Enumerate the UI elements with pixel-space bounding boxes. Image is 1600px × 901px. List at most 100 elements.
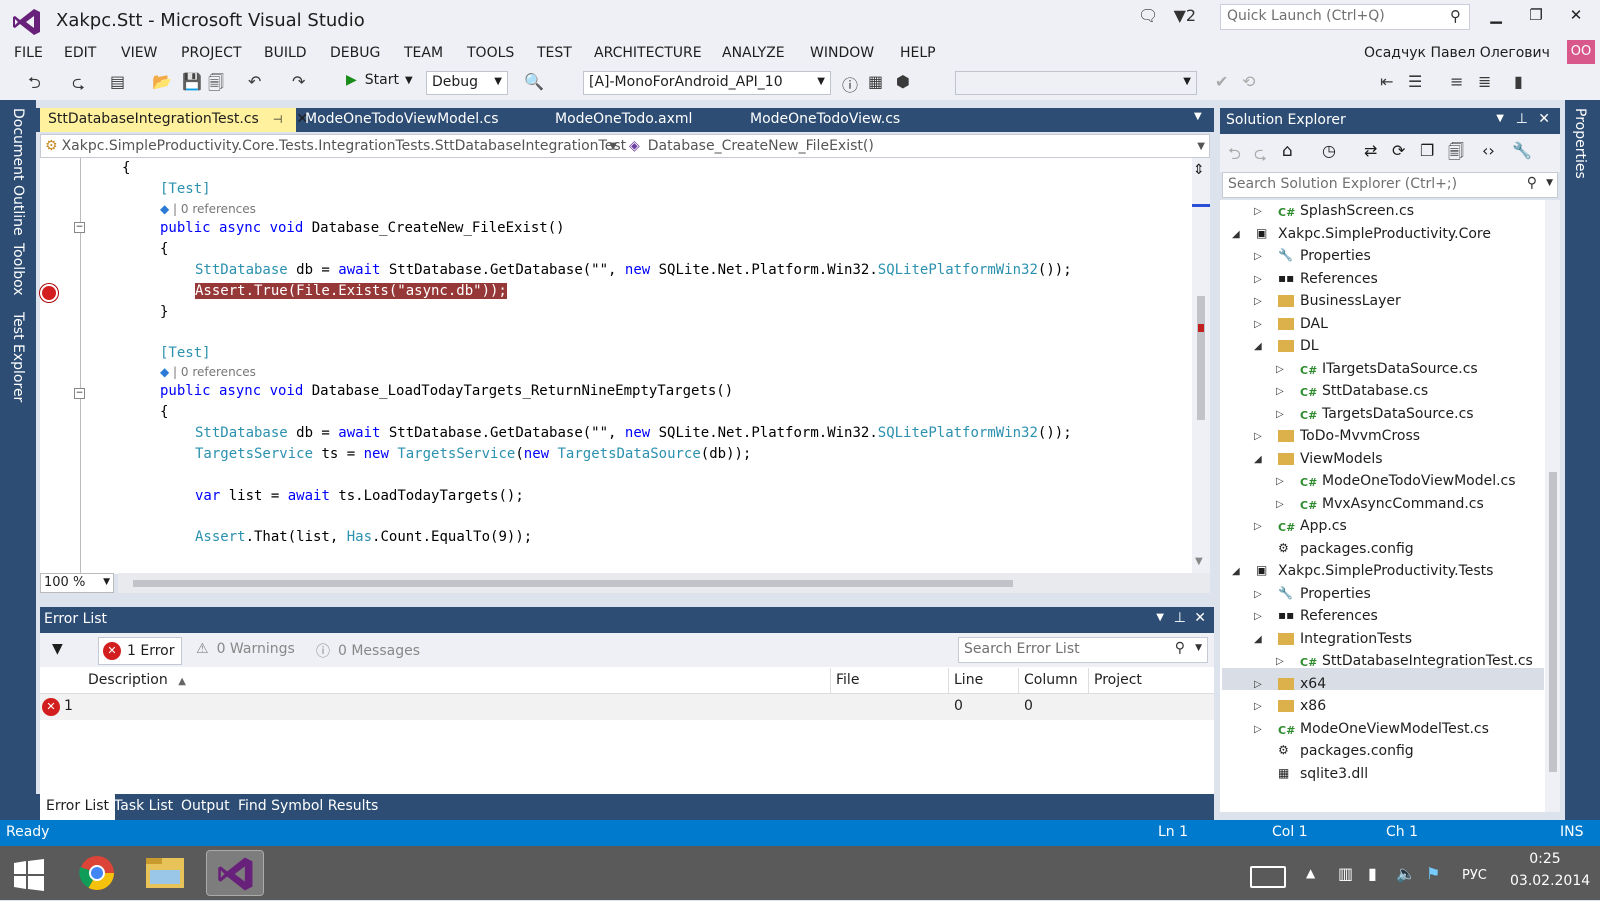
codelens-references[interactable]: ◆ | 0 references bbox=[160, 202, 256, 216]
redo-icon[interactable]: ↷ bbox=[292, 72, 305, 91]
chevron-down-icon[interactable]: ▼ bbox=[1496, 113, 1504, 124]
toolbox-tab[interactable]: Toolbox bbox=[10, 243, 26, 296]
windows-start-icon[interactable] bbox=[12, 858, 46, 892]
comment-lines-icon[interactable]: ≡ bbox=[1450, 72, 1463, 91]
menu-test[interactable]: TEST bbox=[537, 45, 572, 61]
solution-scroll-thumb[interactable] bbox=[1549, 472, 1557, 772]
collapsed-icon[interactable]: ▷ bbox=[1254, 251, 1262, 262]
scroll-down-icon[interactable]: ▼ bbox=[1195, 556, 1203, 567]
search-combo[interactable]: ▼ bbox=[955, 71, 1197, 95]
document-outline-tab[interactable]: Document Outline bbox=[10, 108, 26, 236]
tab-output[interactable]: Output bbox=[175, 794, 236, 820]
menu-build[interactable]: BUILD bbox=[264, 45, 307, 61]
collapsed-icon[interactable]: ▷ bbox=[1254, 589, 1262, 600]
pin-icon[interactable]: ⊣ bbox=[273, 113, 283, 126]
messages-filter-button[interactable]: ⓘ 0 Messages bbox=[316, 641, 420, 661]
tab-overflow-icon[interactable]: ▼ bbox=[1186, 108, 1210, 132]
codelens-references[interactable]: ◆ | 0 references bbox=[160, 365, 256, 379]
check-icon[interactable]: ✔ bbox=[1215, 72, 1228, 91]
start-button[interactable]: ▶ Start ▼ bbox=[346, 72, 413, 88]
outline-icon[interactable]: ☰ bbox=[1408, 72, 1422, 91]
collapse-all-icon[interactable]: ❐ bbox=[1420, 141, 1434, 160]
collapse-icon[interactable]: − bbox=[74, 388, 85, 399]
tab-modeonetodo-axml[interactable]: ModeOneTodo.axml bbox=[547, 108, 700, 132]
collapsed-icon[interactable]: ▷ bbox=[1254, 296, 1262, 307]
expanded-icon[interactable]: ◢ bbox=[1254, 634, 1262, 645]
close-icon[interactable]: ✕ bbox=[1538, 111, 1550, 127]
collapsed-icon[interactable]: ▷ bbox=[1254, 206, 1262, 217]
col-description[interactable]: Description ▲ bbox=[88, 672, 186, 688]
input-language[interactable]: РУС bbox=[1462, 868, 1487, 883]
close-button[interactable]: ✕ bbox=[1558, 6, 1594, 30]
col-column[interactable]: Column bbox=[1024, 672, 1078, 688]
maximize-button[interactable]: ❐ bbox=[1518, 6, 1554, 30]
expanded-icon[interactable]: ◢ bbox=[1232, 229, 1240, 240]
col-line[interactable]: Line bbox=[954, 672, 983, 688]
chrome-taskbar-button[interactable] bbox=[68, 850, 126, 896]
save-icon[interactable]: 💾 bbox=[182, 72, 202, 91]
file-explorer-taskbar-button[interactable] bbox=[136, 850, 194, 896]
collapsed-icon[interactable]: ▷ bbox=[1276, 386, 1284, 397]
volume-icon[interactable]: 🔈 bbox=[1396, 864, 1416, 883]
forward-icon[interactable]: ⮎ bbox=[72, 72, 85, 99]
table-row[interactable]: ✕ 1 0 0 bbox=[40, 694, 1214, 720]
undo-icon[interactable]: ↶ bbox=[248, 72, 261, 91]
class-dropdown[interactable]: ⚙ Xakpc.SimpleProductivity.Core.Tests.Int… bbox=[45, 137, 626, 155]
member-dropdown[interactable]: ◈ Database_CreateNew_FileExist() ▼ bbox=[629, 137, 1205, 155]
col-project[interactable]: Project bbox=[1094, 672, 1142, 688]
pin-icon[interactable]: ⊥ bbox=[1174, 610, 1186, 626]
properties-tab[interactable]: Properties bbox=[1572, 108, 1588, 179]
back-icon[interactable]: ⮌ bbox=[28, 72, 41, 99]
col-file[interactable]: File bbox=[836, 672, 859, 688]
menu-analyze[interactable]: ANALYZE bbox=[722, 45, 785, 61]
menu-help[interactable]: HELP bbox=[900, 45, 936, 61]
tab-error-list[interactable]: Error List bbox=[40, 794, 116, 820]
close-icon[interactable]: ✕ bbox=[1194, 610, 1206, 626]
collapsed-icon[interactable]: ▷ bbox=[1254, 319, 1262, 330]
tab-task-list[interactable]: Task List bbox=[108, 794, 179, 820]
new-project-icon[interactable]: ▤ bbox=[110, 72, 125, 91]
tab-sttdatabaseintegrationtest[interactable]: SttDatabaseIntegrationTest.cs ⊣ ✕ bbox=[40, 108, 308, 132]
menu-team[interactable]: TEAM bbox=[404, 45, 443, 61]
menu-architecture[interactable]: ARCHITECTURE bbox=[594, 45, 702, 61]
chevron-down-icon[interactable]: ▼ bbox=[1156, 612, 1164, 623]
power-icon[interactable]: ▥ bbox=[1338, 864, 1353, 883]
info-icon[interactable]: ⓘ bbox=[842, 72, 858, 96]
expanded-icon[interactable]: ◢ bbox=[1232, 566, 1240, 577]
solution-search-input[interactable]: Search Solution Explorer (Ctrl+;) ⚲ ▼ bbox=[1222, 172, 1558, 198]
action-center-icon[interactable]: ⚑ bbox=[1426, 864, 1440, 883]
platform-select[interactable]: [A]-MonoForAndroid_API_10 ▼ bbox=[583, 71, 831, 95]
collapsed-icon[interactable]: ▷ bbox=[1254, 274, 1262, 285]
uncomment-icon[interactable]: ≣ bbox=[1478, 72, 1491, 91]
config-select[interactable]: Debug ▼ bbox=[426, 71, 508, 95]
open-file-icon[interactable]: 📂 bbox=[152, 72, 172, 91]
minimize-button[interactable]: ▁ bbox=[1478, 6, 1514, 30]
indent-icon[interactable]: ⇤ bbox=[1380, 72, 1393, 91]
comment-icon[interactable]: 🗨 bbox=[1138, 6, 1158, 25]
collapse-icon[interactable]: − bbox=[74, 222, 85, 233]
collapsed-icon[interactable]: ▷ bbox=[1254, 701, 1262, 712]
zoom-select[interactable]: 100 % ▼ bbox=[40, 573, 114, 593]
menu-tools[interactable]: TOOLS bbox=[467, 45, 514, 61]
tab-modeonetodoviewmodel[interactable]: ModeOneTodoViewModel.cs bbox=[297, 108, 507, 132]
devices-icon[interactable]: ⬢ bbox=[896, 72, 910, 91]
menu-view[interactable]: VIEW bbox=[121, 45, 157, 61]
find-in-files-icon[interactable]: 🔍 bbox=[524, 72, 544, 91]
sync-icon[interactable]: ⇄ bbox=[1364, 141, 1377, 160]
collapsed-icon[interactable]: ▷ bbox=[1254, 724, 1262, 735]
visual-studio-taskbar-button[interactable] bbox=[206, 850, 264, 896]
errors-filter-button[interactable]: ✕ 1 Error bbox=[98, 637, 182, 665]
menu-edit[interactable]: EDIT bbox=[64, 45, 96, 61]
error-search-input[interactable]: Search Error List ⚲ ▼ bbox=[958, 637, 1208, 663]
split-icon[interactable]: ⇕ bbox=[1193, 162, 1205, 178]
test-explorer-tab[interactable]: Test Explorer bbox=[10, 312, 26, 402]
collapsed-icon[interactable]: ▷ bbox=[1276, 476, 1284, 487]
collapsed-icon[interactable]: ▷ bbox=[1276, 656, 1284, 667]
menu-window[interactable]: WINDOW bbox=[810, 45, 874, 61]
expanded-icon[interactable]: ◢ bbox=[1254, 454, 1262, 465]
collapsed-icon[interactable]: ▷ bbox=[1254, 611, 1262, 622]
show-all-files-icon[interactable]: 🗐 bbox=[1448, 141, 1464, 168]
scroll-thumb[interactable] bbox=[1197, 296, 1205, 420]
menu-debug[interactable]: DEBUG bbox=[330, 45, 380, 61]
network-icon[interactable]: ▮ bbox=[1368, 864, 1377, 883]
